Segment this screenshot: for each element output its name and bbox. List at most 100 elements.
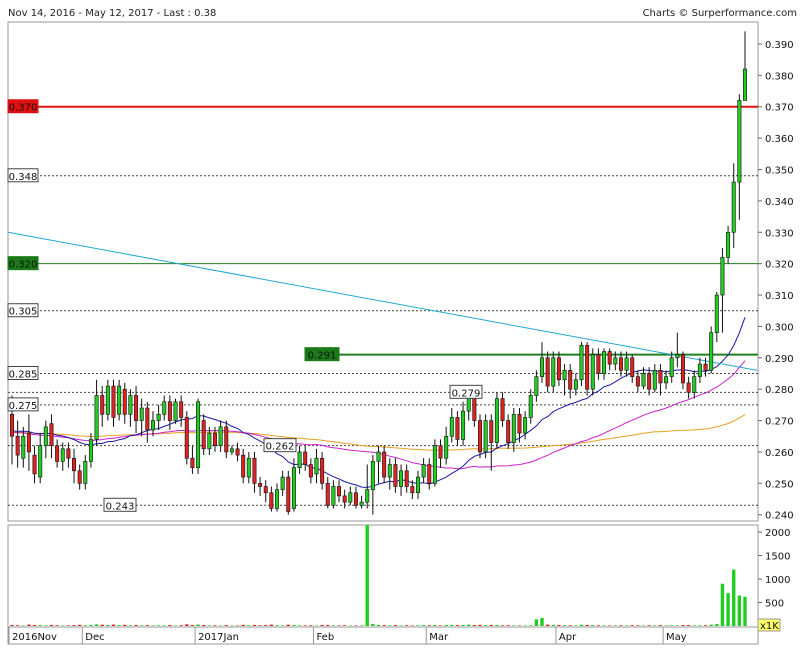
candle-body [432, 445, 437, 484]
candle-body [438, 445, 443, 459]
candle-body [500, 398, 505, 421]
month-label: 2017Jan [198, 632, 239, 643]
volume-bar [709, 624, 713, 626]
volume-unit-label: x1K [760, 621, 779, 632]
candle-body [122, 388, 127, 415]
volume-bar [562, 625, 567, 626]
candle-body [190, 457, 195, 468]
volume-bar [670, 625, 674, 626]
credit-link[interactable]: Charts © Surperformance.com [643, 8, 797, 19]
volume-bar [128, 625, 133, 626]
candle-body [562, 370, 567, 381]
candle-body [743, 68, 747, 101]
candle-body [382, 451, 387, 478]
volume-panel [7, 524, 759, 628]
volume-bar [331, 625, 336, 626]
volume-bar [517, 625, 522, 627]
volume-bar [624, 625, 629, 627]
volume-bar [224, 625, 228, 626]
candle-body [15, 435, 20, 456]
volume-bar [382, 625, 386, 626]
volume-bar [551, 624, 555, 626]
candle-body [55, 445, 60, 462]
volume-bar [506, 625, 510, 626]
candle-body [410, 486, 415, 494]
candle-body [83, 461, 88, 484]
volume-bar [354, 625, 358, 627]
candle-body [26, 432, 31, 453]
candle-body [353, 492, 358, 506]
level-label-0.262: 0.262 [266, 442, 295, 453]
candle-body [49, 423, 54, 446]
volume-tick-label: 1500 [765, 552, 790, 563]
volume-bar [218, 625, 223, 627]
volume-bar [410, 625, 415, 627]
volume-bar [61, 625, 65, 627]
price-tick-label: 0.300 [765, 322, 794, 333]
volume-bar [94, 624, 99, 626]
volume-bar [641, 625, 646, 626]
volume-bar [32, 625, 37, 626]
volume-bar [320, 624, 324, 626]
candle-body [658, 370, 663, 384]
candle-body [483, 420, 488, 453]
volume-bar [241, 624, 245, 626]
volume-bar [55, 625, 59, 626]
volume-bar [264, 625, 268, 626]
candle-body [275, 489, 279, 509]
volume-tick-label: 500 [765, 599, 784, 610]
candle-body [128, 395, 133, 415]
volume-bar [371, 624, 375, 626]
candle-body [162, 401, 167, 415]
price-tick-label: 0.390 [765, 40, 794, 51]
level-label-0.285: 0.285 [9, 369, 38, 380]
candle-body [10, 413, 14, 437]
candle-body [263, 486, 268, 494]
candle-body [596, 354, 601, 374]
price-tick-label: 0.330 [765, 228, 794, 239]
candle-body [624, 357, 629, 371]
candle-body [117, 385, 122, 415]
volume-bar [433, 624, 437, 626]
candle-body [72, 457, 77, 472]
volume-bar [326, 625, 330, 626]
volume-bar [438, 625, 443, 626]
volume-bar [602, 625, 606, 626]
volume-bar [280, 625, 285, 626]
candle-body [602, 351, 607, 374]
candle-body [545, 357, 550, 387]
price-tick-label: 0.380 [765, 71, 794, 82]
price-tick-label: 0.260 [765, 448, 794, 459]
level-label-0.348: 0.348 [9, 172, 38, 183]
volume-bar [647, 625, 651, 626]
month-label: Apr [559, 632, 577, 643]
candle-body [376, 451, 381, 462]
candle-body [647, 373, 652, 390]
volume-bar [38, 625, 42, 626]
candle-body [523, 417, 528, 434]
candle-body [387, 464, 392, 478]
month-label: May [666, 632, 687, 643]
candle-body [680, 354, 685, 384]
candle-body [697, 363, 702, 377]
volume-bar [675, 625, 680, 626]
volume-bar [732, 569, 736, 626]
volume-bar [568, 625, 572, 626]
volume-bar [230, 625, 234, 627]
volume-bar [185, 624, 189, 626]
volume-bar [337, 625, 341, 627]
candle-body [291, 467, 296, 509]
candle-body [111, 385, 116, 418]
volume-bar [653, 625, 657, 626]
level-label-0.275: 0.275 [9, 401, 38, 412]
candle-body [145, 407, 150, 431]
candle-body [201, 420, 206, 450]
candle-body [139, 407, 144, 421]
candle-body [461, 410, 466, 440]
candle-body [455, 417, 460, 440]
volume-bar [636, 625, 640, 626]
volume-bar [658, 625, 663, 626]
candle-body [528, 395, 533, 418]
candle-body [607, 351, 612, 365]
candle-body [337, 486, 342, 497]
